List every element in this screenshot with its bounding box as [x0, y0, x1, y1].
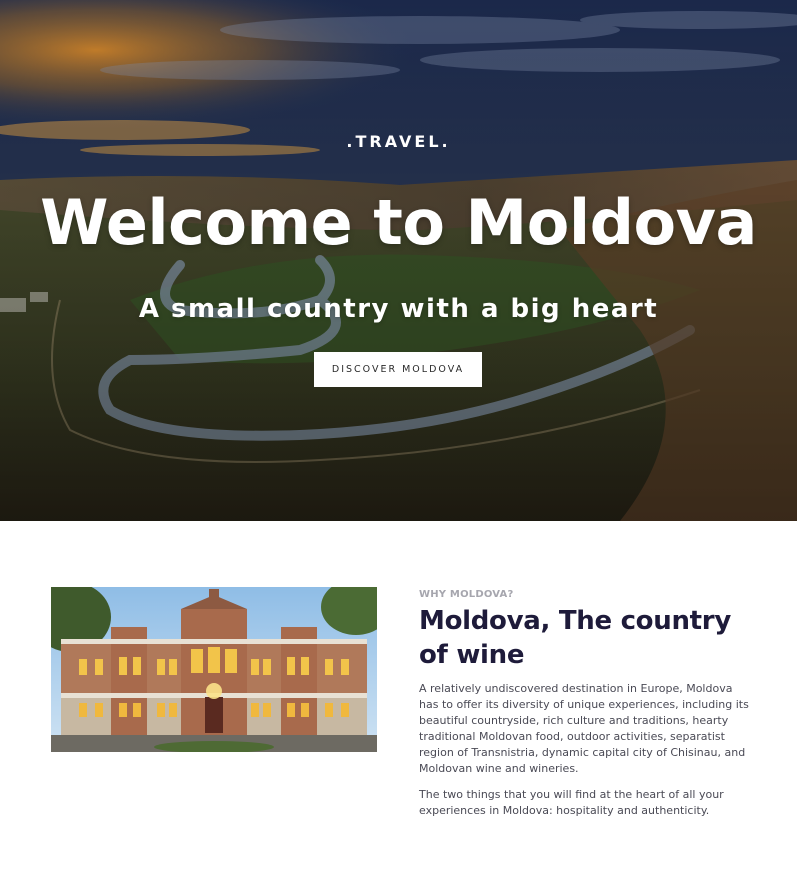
about-paragraph-2: The two things that you will find at the…	[419, 788, 724, 817]
hero-subtitle: A small country with a big heart	[138, 294, 659, 324]
discover-moldova-button[interactable]: DISCOVER MOLDOVA	[314, 352, 482, 387]
about-paragraph-1: A relatively undiscovered destination in…	[419, 682, 749, 775]
hero-title: Welcome to Moldova	[40, 186, 757, 259]
section-eyebrow: WHY MOLDOVA?	[419, 589, 514, 600]
hero-eyebrow: .TRAVEL.	[346, 132, 451, 151]
hero-landscape-image	[0, 0, 797, 521]
palace-image	[51, 587, 377, 752]
palace-photo	[51, 587, 377, 752]
about-title: Moldova, The country of wine	[419, 606, 731, 670]
hero-section: .TRAVEL. Welcome to Moldova A small coun…	[0, 0, 797, 521]
